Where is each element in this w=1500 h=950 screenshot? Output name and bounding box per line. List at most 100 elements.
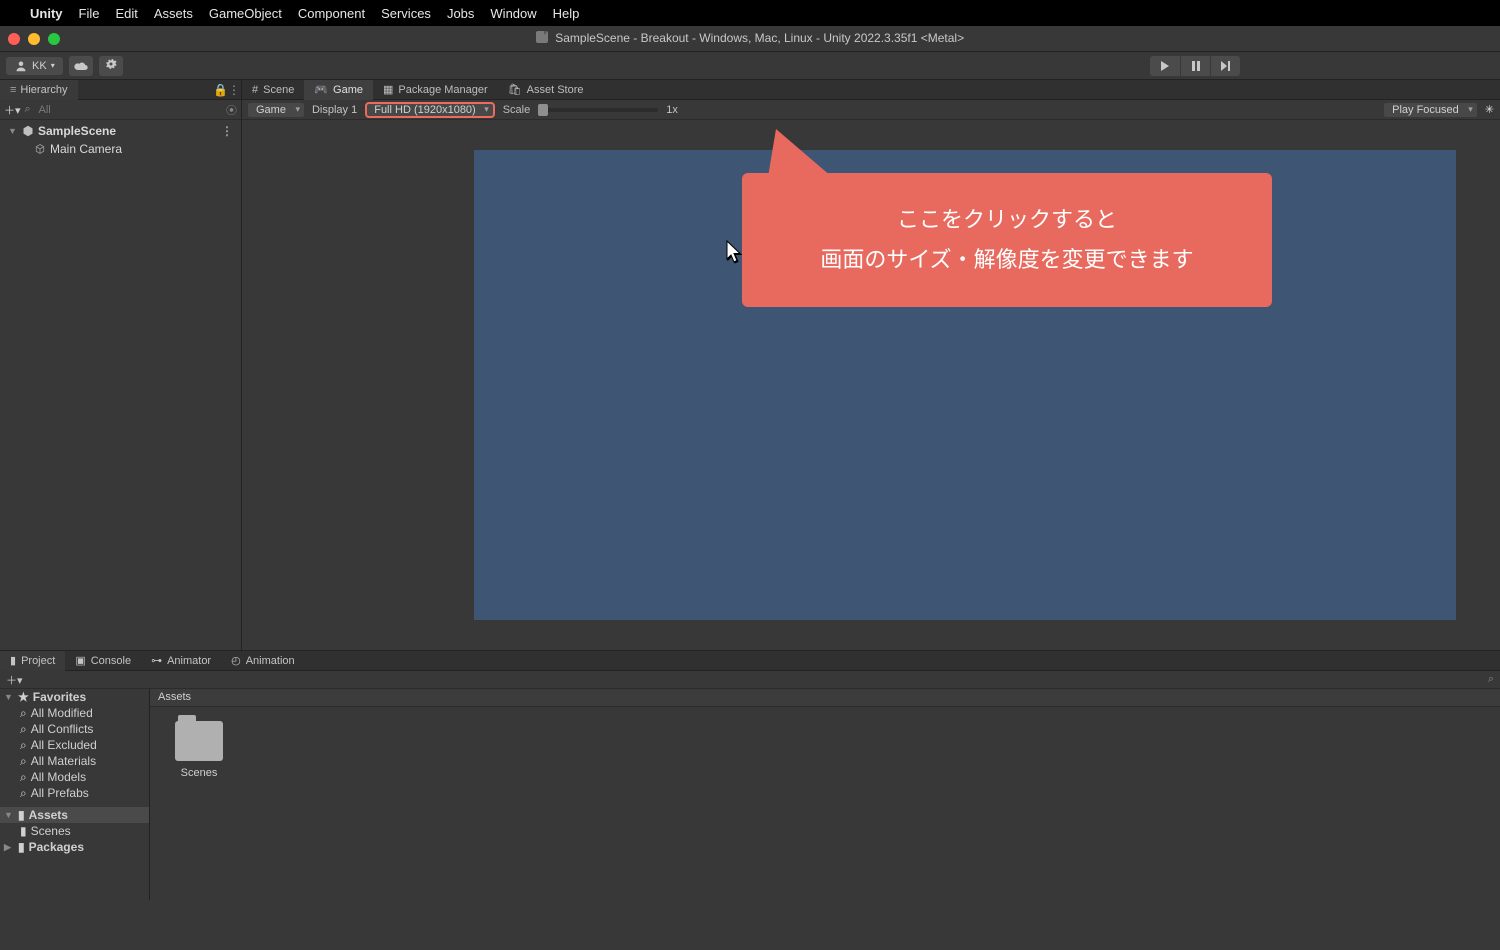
menu-app[interactable]: Unity: [30, 6, 63, 21]
game-viewport: ここをクリックすると 画面のサイズ・解像度を変更できます: [242, 120, 1500, 650]
tab-asset-store[interactable]: 🛍 Asset Store: [498, 80, 594, 100]
assets-scenes[interactable]: ▮Scenes: [0, 823, 149, 839]
menu-services[interactable]: Services: [381, 6, 431, 21]
project-search-icon[interactable]: ⌕: [1488, 673, 1494, 686]
project-tree: ▼ ★ Favorites ⌕ All Modified ⌕All Conflic…: [0, 689, 150, 900]
menu-window[interactable]: Window: [490, 6, 536, 21]
assets-header[interactable]: ▼ ▮ Assets: [0, 807, 149, 823]
annotation-callout: ここをクリックすると 画面のサイズ・解像度を変更できます: [742, 173, 1272, 307]
tab-project-label: Project: [21, 655, 55, 667]
tab-animation[interactable]: ◴ Animation: [221, 651, 305, 671]
display-label[interactable]: Display 1: [312, 104, 357, 116]
hierarchy-item-label: Main Camera: [50, 142, 122, 156]
fav-label: All Modified: [31, 706, 93, 720]
play-focused-dropdown[interactable]: Play Focused: [1384, 103, 1477, 117]
menu-component[interactable]: Component: [298, 6, 365, 21]
tab-console-label: Console: [91, 655, 131, 667]
game-icon: 🎮: [314, 83, 328, 96]
folder-icon: ▮: [18, 840, 25, 854]
folder-scenes[interactable]: Scenes: [164, 721, 234, 779]
scene-file-icon: [536, 31, 548, 43]
window-title: SampleScene - Breakout - Windows, Mac, L…: [0, 31, 1500, 45]
game-view-panel: # Scene 🎮 Game ▦ Package Manager 🛍 Asset…: [242, 80, 1500, 650]
packages-header[interactable]: ▶ ▮ Packages: [0, 839, 149, 855]
animator-icon: ⊶: [151, 654, 162, 667]
search-filter-icon[interactable]: ⦿: [226, 102, 237, 118]
menu-file[interactable]: File: [79, 6, 100, 21]
resolution-dropdown[interactable]: Full HD (1920x1080): [365, 102, 495, 118]
game-mode-dropdown[interactable]: Game: [248, 103, 304, 117]
folder-icon: ▮: [18, 808, 25, 822]
menu-edit[interactable]: Edit: [115, 6, 137, 21]
menu-help[interactable]: Help: [553, 6, 580, 21]
tab-animator[interactable]: ⊶ Animator: [141, 651, 221, 671]
tab-scene[interactable]: # Scene: [242, 80, 304, 100]
menu-gameobject[interactable]: GameObject: [209, 6, 282, 21]
play-button[interactable]: [1150, 56, 1180, 76]
hierarchy-scene-row[interactable]: ▼ SampleScene ⋮: [0, 122, 241, 140]
folder-name: Scenes: [181, 767, 218, 779]
fav-all-conflicts[interactable]: ⌕All Conflicts: [0, 721, 149, 737]
fav-all-models[interactable]: ⌕All Models: [0, 769, 149, 785]
resolution-label: Full HD (1920x1080): [374, 104, 476, 116]
fav-label: All Excluded: [31, 738, 97, 752]
hierarchy-tabbar: ≡ Hierarchy 🔒 ⋮: [0, 80, 241, 100]
settings-button[interactable]: [99, 56, 123, 76]
fav-all-modified[interactable]: ⌕ All Modified: [0, 705, 149, 721]
cloud-icon: [74, 59, 88, 73]
game-tabbar: # Scene 🎮 Game ▦ Package Manager 🛍 Asset…: [242, 80, 1500, 100]
tab-game[interactable]: 🎮 Game: [304, 80, 373, 100]
account-dropdown[interactable]: KK ▾: [6, 57, 63, 75]
step-button[interactable]: [1210, 56, 1240, 76]
scene-menu-icon[interactable]: ⋮: [221, 124, 233, 138]
scale-slider[interactable]: [538, 108, 658, 112]
slider-thumb[interactable]: [538, 104, 548, 116]
lock-icon[interactable]: 🔒: [213, 83, 227, 97]
play-icon: [1160, 61, 1170, 71]
package-icon: ▦: [383, 83, 393, 96]
project-content: Assets Scenes: [150, 689, 1500, 900]
breadcrumb-label: Assets: [158, 691, 191, 703]
fav-all-materials[interactable]: ⌕All Materials: [0, 753, 149, 769]
fav-all-prefabs[interactable]: ⌕All Prefabs: [0, 785, 149, 801]
pause-button[interactable]: [1180, 56, 1210, 76]
expand-toggle-icon[interactable]: ▶: [4, 842, 14, 853]
step-icon: [1221, 61, 1231, 71]
menu-jobs[interactable]: Jobs: [447, 6, 474, 21]
tab-hierarchy[interactable]: ≡ Hierarchy: [0, 80, 78, 100]
play-controls: [1150, 56, 1240, 76]
favorites-header[interactable]: ▼ ★ Favorites: [0, 689, 149, 705]
console-icon: ▣: [75, 654, 85, 667]
callout-line1: ここをクリックすると: [897, 200, 1117, 240]
hierarchy-search[interactable]: All: [25, 104, 222, 116]
menu-assets[interactable]: Assets: [154, 6, 193, 21]
animation-icon: ◴: [231, 654, 241, 667]
callout-line2: 画面のサイズ・解像度を変更できます: [820, 240, 1193, 280]
expand-toggle-icon[interactable]: ▼: [4, 810, 14, 820]
tab-project[interactable]: ▮ Project: [0, 651, 65, 671]
expand-toggle-icon[interactable]: ▼: [4, 692, 14, 702]
user-icon: [14, 59, 28, 73]
project-create-dropdown[interactable]: ＋▾: [6, 672, 23, 688]
tab-package-manager[interactable]: ▦ Package Manager: [373, 80, 498, 100]
search-icon: ⌕: [20, 706, 27, 721]
project-breadcrumb[interactable]: Assets: [150, 689, 1500, 707]
unity-icon: [22, 125, 34, 137]
fav-all-excluded[interactable]: ⌕All Excluded: [0, 737, 149, 753]
account-name: KK: [32, 60, 47, 72]
create-dropdown[interactable]: ＋▾: [4, 102, 21, 118]
tab-package-label: Package Manager: [398, 84, 487, 96]
cursor-icon: [726, 240, 744, 264]
tab-game-label: Game: [333, 84, 363, 96]
tab-scene-label: Scene: [263, 84, 294, 96]
search-icon: ⌕: [20, 770, 27, 785]
gizmos-icon[interactable]: ✳: [1485, 103, 1494, 116]
store-icon: 🛍: [508, 83, 522, 96]
hierarchy-item-maincamera[interactable]: Main Camera: [0, 140, 241, 158]
expand-toggle-icon[interactable]: ▼: [8, 126, 18, 136]
panel-menu-icon[interactable]: ⋮: [227, 83, 241, 97]
cloud-button[interactable]: [69, 56, 93, 76]
tab-console[interactable]: ▣ Console: [65, 651, 141, 671]
scale-label: Scale: [503, 104, 531, 116]
editor-toolbar: KK ▾: [0, 52, 1500, 80]
